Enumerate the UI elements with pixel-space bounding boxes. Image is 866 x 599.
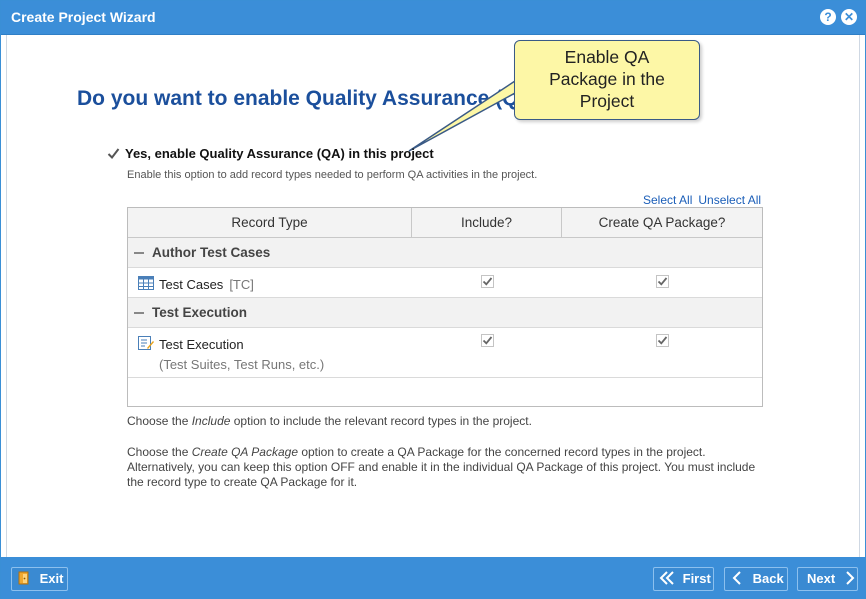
wizard-window: Create Project Wizard ? ✕ Do you want to… — [0, 0, 866, 599]
exit-door-icon — [18, 571, 29, 585]
next-label: Next — [807, 571, 836, 586]
qa-note-emphasis: Create QA Package — [191, 445, 298, 459]
grid-header: Record Type Include? Create QA Package? — [128, 208, 762, 238]
include-note: Choose the Include option to include the… — [127, 414, 532, 428]
record-type-name: Test Cases — [159, 277, 224, 292]
selection-links: Select All Unselect All — [643, 193, 761, 207]
create-qa-package-checkbox[interactable] — [656, 275, 669, 288]
collapse-icon[interactable] — [134, 252, 144, 255]
chevron-left-icon — [732, 571, 741, 585]
help-icon[interactable]: ? — [820, 9, 836, 25]
collapse-icon[interactable] — [134, 312, 144, 315]
double-chevron-left-icon — [659, 571, 674, 585]
qa-package-note: Choose the Create QA Package option to c… — [127, 445, 763, 490]
unselect-all-link[interactable]: Unselect All — [698, 193, 761, 207]
include-note-post: option to include the relevant record ty… — [230, 414, 532, 428]
checkbox-checked-icon — [107, 148, 120, 160]
select-all-link[interactable]: Select All — [643, 193, 692, 207]
table-row: Test Execution (Test Suites, Test Runs, … — [128, 328, 762, 378]
include-note-pre: Choose the — [127, 414, 192, 428]
test-execution-icon — [138, 336, 154, 350]
record-type-subtext: (Test Suites, Test Runs, etc.) — [159, 357, 325, 372]
record-type-tag: [TC] — [229, 277, 254, 292]
record-type-label: Test Cases [TC] — [159, 277, 254, 292]
column-header-include: Include? — [412, 208, 562, 238]
callout-bubble: Enable QA Package in the Project — [514, 40, 700, 120]
include-checkbox[interactable] — [481, 275, 494, 288]
close-icon[interactable]: ✕ — [841, 9, 857, 25]
create-qa-package-checkbox[interactable] — [656, 334, 669, 347]
exit-label: Exit — [39, 571, 64, 586]
group-label: Author Test Cases — [152, 245, 271, 260]
callout-line-3: Project — [579, 91, 635, 111]
group-label: Test Execution — [152, 305, 248, 320]
callout-line-2: Package in the — [549, 69, 665, 89]
include-checkbox[interactable] — [481, 334, 494, 347]
table-row: Test Cases [TC] — [128, 268, 762, 298]
first-label: First — [682, 571, 711, 586]
next-button[interactable]: Next — [797, 567, 858, 591]
callout-line-1: Enable QA — [564, 47, 650, 67]
chevron-right-icon — [846, 571, 855, 585]
first-button[interactable]: First — [653, 567, 714, 591]
qa-note-pre: Choose the — [127, 445, 192, 459]
include-note-emphasis: Include — [191, 414, 231, 428]
table-icon — [138, 276, 154, 290]
enable-qa-checkbox[interactable]: Yes, enable Quality Assurance (QA) in th… — [107, 146, 434, 161]
column-header-create-qa-package: Create QA Package? — [598, 215, 726, 230]
group-row-author-test-cases: Author Test Cases — [128, 238, 762, 268]
window-title: Create Project Wizard — [11, 9, 156, 25]
exit-button[interactable]: Exit — [11, 567, 68, 591]
record-type-grid: Record Type Include? Create QA Package? … — [127, 207, 763, 407]
enable-qa-label: Yes, enable Quality Assurance (QA) in th… — [125, 146, 434, 161]
group-row-test-execution: Test Execution — [128, 298, 762, 328]
footer-bar: Exit First Back Next — [1, 557, 865, 598]
column-header-record-type: Record Type — [128, 208, 412, 238]
back-label: Back — [752, 571, 784, 586]
title-bar: Create Project Wizard ? ✕ — [1, 1, 865, 35]
back-button[interactable]: Back — [724, 567, 788, 591]
enable-qa-description: Enable this option to add record types n… — [127, 169, 538, 181]
record-type-name: Test Execution — [159, 337, 244, 352]
